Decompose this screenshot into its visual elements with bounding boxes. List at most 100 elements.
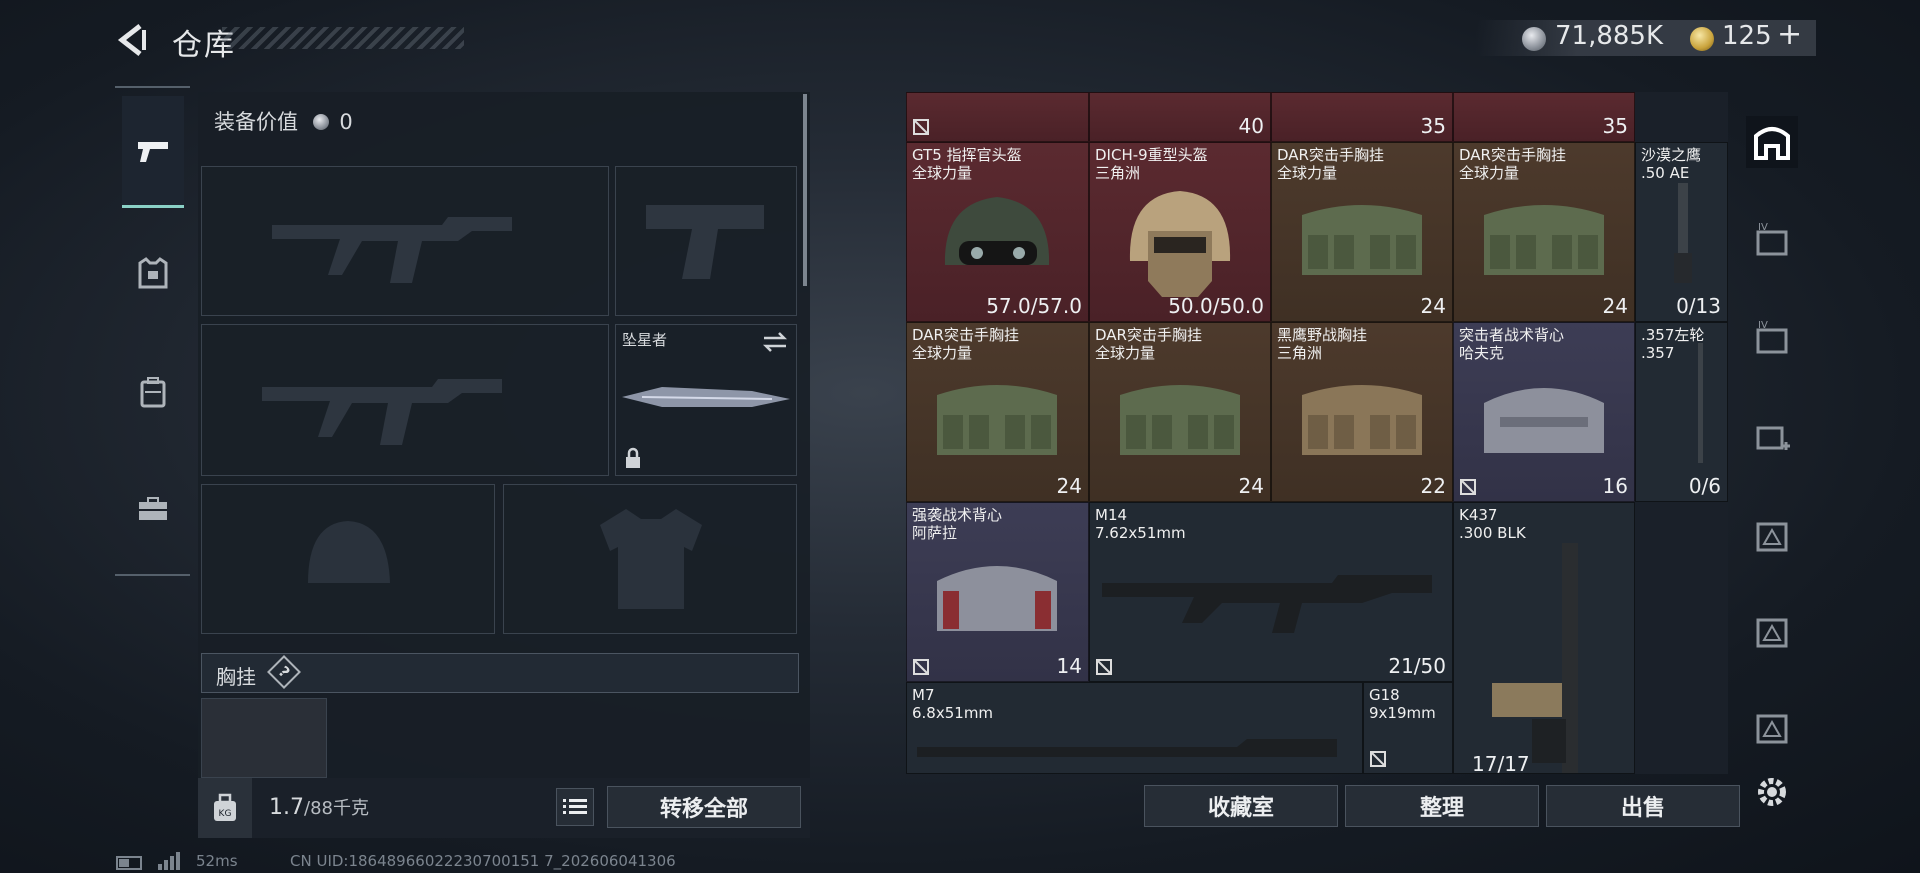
item-name: G18 9x19mm [1369, 686, 1436, 722]
primary-weapon-slot[interactable] [201, 166, 609, 316]
tab-armor[interactable] [124, 244, 182, 302]
grid-item-chest-rig[interactable]: DAR突击手胸挂 全球力量 24 [1453, 142, 1635, 322]
revolver-icon [1698, 343, 1703, 463]
weight-max: /88千克 [304, 798, 369, 819]
grid-item-rifle[interactable]: M7 6.8x51mm [906, 682, 1363, 774]
item-capacity: 24 [1420, 294, 1446, 318]
helmet-slot[interactable] [201, 484, 495, 634]
grid-item-vest[interactable]: 突击者战术背心 哈夫克 16 [1453, 322, 1635, 502]
grid-item-chest-rig[interactable]: DAR突击手胸挂 全球力量 24 [1271, 142, 1453, 322]
sort-button[interactable]: 整理 [1345, 785, 1539, 827]
chest-rig-slot[interactable] [201, 698, 327, 778]
equip-value-amount: 0 [339, 110, 353, 134]
pistol-icon [138, 141, 168, 162]
item-count: 35 [1602, 114, 1628, 138]
transfer-all-button[interactable]: 转移全部 [607, 786, 801, 828]
no-insure-icon [913, 119, 929, 135]
rifle-icon [1492, 543, 1578, 773]
melee-slot-label: 坠星者 [622, 331, 668, 349]
grid-item-revolver[interactable]: .357左轮 .357 0/6 [1635, 322, 1728, 502]
grid-item-chest-rig[interactable]: DAR突击手胸挂 全球力量 24 [906, 322, 1089, 502]
item-count: 40 [1238, 114, 1264, 138]
secondary-weapon-slot[interactable] [201, 324, 609, 476]
item-ammo: 17/17 [1472, 752, 1530, 774]
item-name: GT5 指挥官头盔 全球力量 [912, 146, 1022, 182]
item-name: 沙漠之鹰 .50 AE [1641, 146, 1702, 182]
item-capacity: 16 [1602, 474, 1628, 498]
grid-item-helmet[interactable]: DICH-9重型头盔 三角洲 50.0/50.0 [1089, 142, 1271, 322]
melee-slot[interactable]: 坠星者 [615, 324, 797, 476]
weight-display: 1.7/88千克 [269, 794, 369, 820]
knife-icon [622, 387, 790, 407]
body-armor-slot[interactable] [503, 484, 797, 634]
helmet-icon [1129, 191, 1231, 297]
collection-room-button[interactable]: 收藏室 [1144, 785, 1338, 827]
backpack-icon [140, 377, 166, 408]
item-capacity: 24 [1056, 474, 1082, 498]
helmet-icon [944, 197, 1050, 265]
storage-tab-2[interactable]: IV [1746, 214, 1798, 266]
item-capacity: 24 [1602, 294, 1628, 318]
storage-tab-3[interactable]: IV [1746, 312, 1798, 364]
storage-triangle-icon [1756, 714, 1788, 744]
grid-item-partial[interactable] [906, 92, 1089, 142]
grid-item-partial[interactable]: 35 [1453, 92, 1635, 142]
swap-icon[interactable] [762, 331, 788, 353]
grid-item-rifle[interactable]: M14 7.62x51mm 21/50 [1089, 502, 1453, 682]
list-view-button[interactable] [556, 788, 594, 826]
rifle-icon [917, 739, 1337, 757]
equip-value-label: 装备价值 [214, 110, 298, 134]
chest-rig-icon [1302, 385, 1422, 455]
no-insure-icon [1460, 479, 1476, 495]
chest-rig-section-header: 胸挂 ? [201, 653, 799, 693]
settings-button[interactable] [1746, 766, 1798, 818]
grid-item-pistol[interactable]: 沙漠之鹰 .50 AE 0/13 [1635, 142, 1728, 322]
item-durability: 57.0/57.0 [986, 294, 1082, 318]
sidearm-slot[interactable] [615, 166, 797, 316]
item-name: DAR突击手胸挂 全球力量 [912, 326, 1019, 362]
item-ammo: 21/50 [1388, 654, 1446, 678]
rifle-silhouette-icon [272, 217, 512, 283]
rifle-icon [1102, 575, 1432, 633]
grid-item-partial[interactable]: 40 [1089, 92, 1271, 142]
item-capacity: 14 [1056, 654, 1082, 678]
briefcase-icon [139, 497, 167, 520]
storage-tab-5[interactable] [1746, 604, 1798, 656]
item-count: 35 [1420, 114, 1446, 138]
help-icon[interactable]: ? [267, 655, 301, 689]
storage-box-icon: IV [1756, 320, 1788, 354]
item-name: DICH-9重型头盔 三角洲 [1095, 146, 1208, 182]
item-capacity: 24 [1238, 474, 1264, 498]
storage-main-tab[interactable] [1746, 116, 1798, 168]
back-arrow-icon[interactable] [114, 22, 150, 58]
add-currency-button[interactable]: + [1777, 17, 1802, 52]
tab-backpack[interactable] [124, 363, 182, 421]
tab-case[interactable] [124, 480, 182, 538]
gold-coin-icon [1690, 27, 1714, 51]
grid-item-partial[interactable]: 35 [1271, 92, 1453, 142]
storage-tab-add[interactable] [1746, 410, 1798, 462]
item-name: K437 .300 BLK [1459, 506, 1526, 542]
grid-item-helmet[interactable]: GT5 指挥官头盔 全球力量 57.0/57.0 [906, 142, 1089, 322]
warehouse-icon [1754, 127, 1790, 160]
storage-tab-6[interactable] [1746, 700, 1798, 752]
vest-icon [937, 566, 1057, 631]
storage-tab-4[interactable] [1746, 508, 1798, 560]
panel-scrollbar[interactable] [803, 94, 807, 286]
item-ammo: 0/6 [1688, 474, 1721, 498]
svg-text:IV: IV [1758, 222, 1768, 233]
tab-weapons[interactable] [122, 96, 184, 208]
grid-item-pistol[interactable]: G18 9x19mm [1363, 682, 1453, 774]
equipment-value: 装备价值 0 [214, 106, 353, 136]
grid-item-vest[interactable]: 强袭战术背心 阿萨拉 14 [906, 502, 1089, 682]
grid-item-chest-rig[interactable]: 黑鹰野战胸挂 三角洲 22 [1271, 322, 1453, 502]
grid-item-rifle[interactable]: K437 .300 BLK [1453, 502, 1635, 774]
storage-add-icon [1756, 426, 1790, 450]
svg-text:KG: KG [219, 809, 232, 819]
sell-button[interactable]: 出售 [1546, 785, 1740, 827]
signal-icon [158, 852, 180, 870]
grid-item-chest-rig[interactable]: DAR突击手胸挂 全球力量 24 [1089, 322, 1271, 502]
rifle-silhouette-icon [262, 379, 502, 445]
silver-currency-value: 71,885K [1555, 21, 1664, 51]
silver-coin-icon [1522, 27, 1546, 51]
